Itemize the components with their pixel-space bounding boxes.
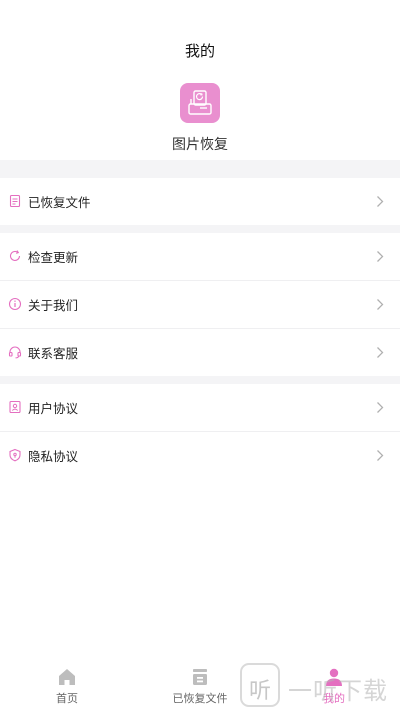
archive-icon (193, 669, 207, 685)
tab-label: 首页 (56, 692, 78, 705)
tab-recovered-files[interactable]: 已恢复文件 (150, 662, 250, 710)
watermark-text: 一听下载 (288, 677, 388, 705)
menu-label: 用户协议 (28, 401, 79, 416)
user-document-icon (9, 400, 21, 414)
info-icon (8, 297, 22, 311)
menu-item-check-update[interactable]: 检查更新 (0, 233, 400, 280)
watermark-glyph: 听 (248, 679, 271, 704)
watermark-icon: 听 (240, 663, 280, 707)
shield-icon (9, 448, 21, 462)
watermark-logo: 听 一听下载 (240, 663, 400, 707)
refresh-icon (9, 250, 21, 262)
chevron-right-icon (377, 347, 384, 358)
menu-label: 关于我们 (28, 298, 79, 313)
photo-recovery-icon (180, 83, 220, 123)
menu-item-recovered-files[interactable]: 已恢复文件 (0, 178, 400, 225)
section-gap (0, 376, 400, 384)
menu-item-user-agreement[interactable]: 用户协议 (0, 384, 400, 431)
tab-home[interactable]: 首页 (17, 662, 117, 710)
page-title: 我的 (184, 42, 215, 60)
section-gap (0, 160, 400, 178)
chevron-right-icon (377, 196, 384, 207)
app-name: 图片恢复 (172, 137, 228, 153)
menu-item-about-us[interactable]: 关于我们 (0, 281, 400, 328)
menu-item-privacy-policy[interactable]: 隐私协议 (0, 432, 400, 479)
chevron-right-icon (377, 402, 384, 413)
tab-label: 已恢复文件 (172, 692, 228, 705)
menu-label: 检查更新 (28, 250, 79, 265)
menu-label: 联系客服 (28, 346, 79, 361)
chevron-right-icon (377, 299, 384, 310)
document-icon (9, 194, 21, 208)
section-gap (0, 225, 400, 233)
menu-label: 隐私协议 (28, 449, 79, 464)
menu-label: 已恢复文件 (28, 195, 91, 210)
chevron-right-icon (377, 251, 384, 262)
chevron-right-icon (377, 450, 384, 461)
home-icon (59, 669, 75, 685)
headset-icon (8, 346, 22, 359)
menu-item-contact-support[interactable]: 联系客服 (0, 329, 400, 376)
